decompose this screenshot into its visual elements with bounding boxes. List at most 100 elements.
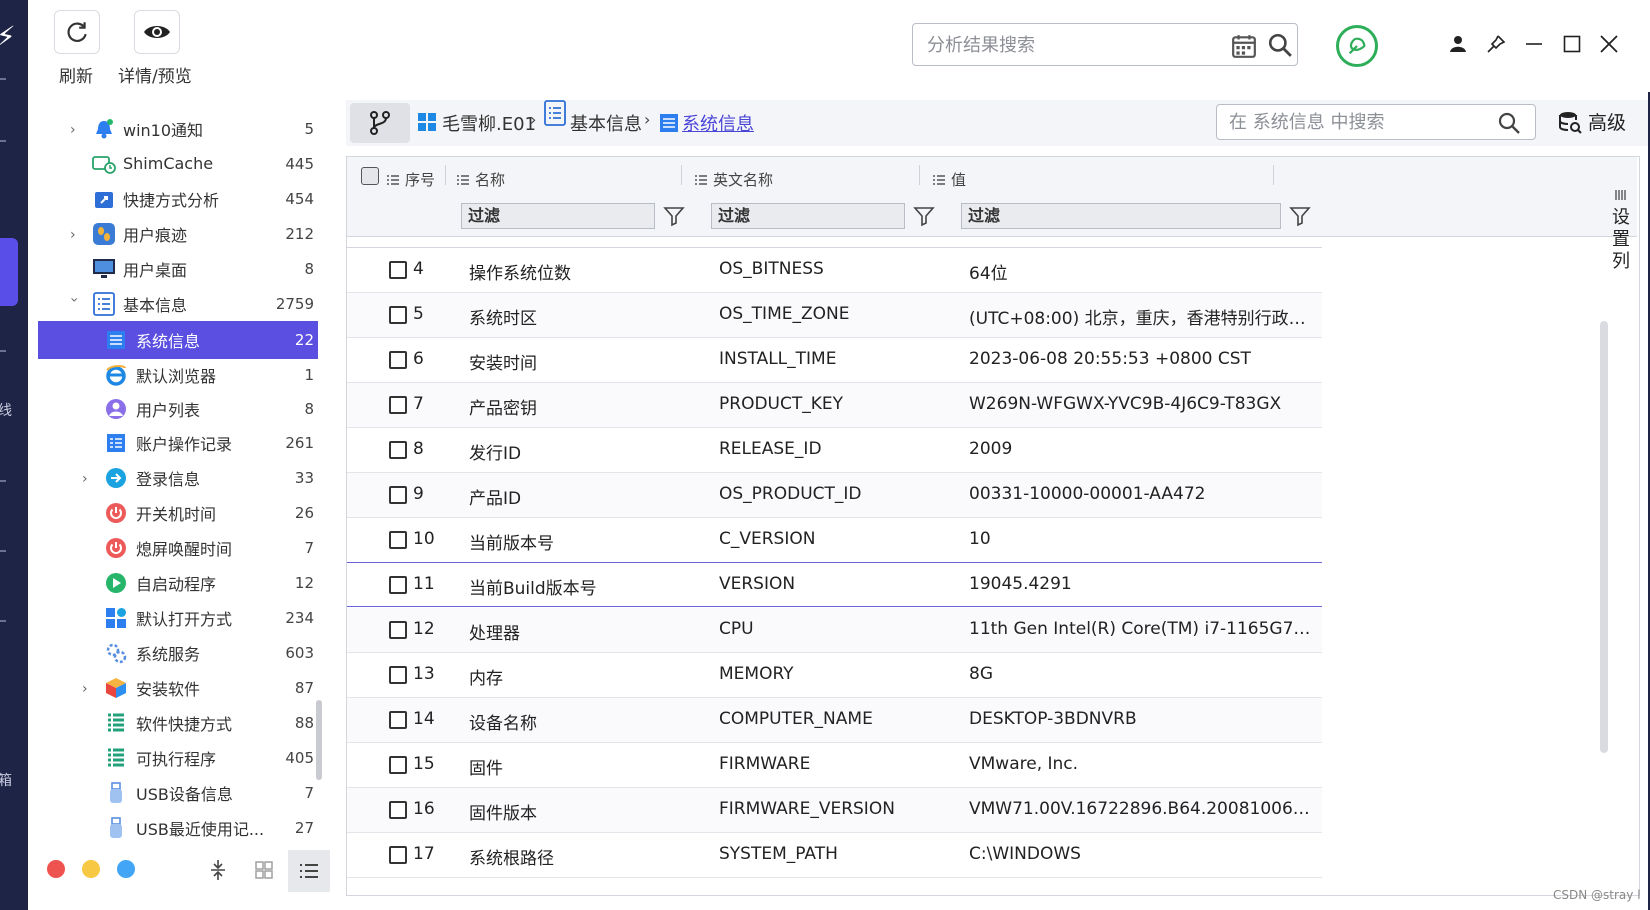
filter-icon[interactable] <box>913 205 935 227</box>
tree-item-default-browser[interactable]: 默认浏览器 1 <box>38 357 318 392</box>
tree-item-executables[interactable]: 可执行程序 405 <box>38 740 318 775</box>
column-settings-button[interactable]: 设置列 <box>1609 185 1633 273</box>
column-resizer[interactable] <box>919 165 920 185</box>
tree-item-label: 登录信息 <box>136 469 201 489</box>
blue-dot-button[interactable] <box>117 860 135 878</box>
row-checkbox[interactable] <box>389 576 407 594</box>
advanced-search-button[interactable]: 高级 <box>1558 108 1626 135</box>
row-checkbox[interactable] <box>389 306 407 324</box>
maximize-button[interactable] <box>1558 30 1586 58</box>
row-checkbox[interactable] <box>389 621 407 639</box>
tree-item-user-desktop[interactable]: 用户桌面 8 <box>38 251 318 286</box>
row-checkbox[interactable] <box>389 756 407 774</box>
breadcrumb-evidence[interactable]: 毛雪柳.E01 <box>442 110 536 136</box>
row-checkbox[interactable] <box>389 351 407 369</box>
tree-item-basic-info[interactable]: › 基本信息 2759 <box>38 286 318 321</box>
branch-button[interactable] <box>350 103 410 143</box>
row-checkbox[interactable] <box>389 396 407 414</box>
tree-item-installed-software[interactable]: › 安装软件 87 <box>38 670 318 705</box>
details-preview-button[interactable] <box>134 10 180 54</box>
row-checkbox[interactable] <box>389 531 407 549</box>
tree-item-shortcut-analysis[interactable]: 快捷方式分析 454 <box>38 181 318 216</box>
table-row[interactable]: 8 发行ID RELEASE_ID 2009 <box>347 428 1322 473</box>
filter-icon[interactable] <box>663 205 685 227</box>
column-resizer[interactable] <box>445 165 446 185</box>
row-checkbox[interactable] <box>389 666 407 684</box>
rail-active-item[interactable] <box>0 238 18 306</box>
select-all-checkbox[interactable] <box>361 167 379 185</box>
user-button[interactable] <box>1444 30 1472 58</box>
sidebar-scrollbar[interactable] <box>316 700 322 780</box>
chevron-right-icon[interactable]: › <box>70 227 84 243</box>
row-checkbox[interactable] <box>389 846 407 864</box>
minimize-button[interactable] <box>1520 30 1548 58</box>
tree-item-login-info[interactable]: › 登录信息 33 <box>38 460 318 495</box>
tree-item-usb-devices[interactable]: USB设备信息 7 <box>38 775 318 810</box>
table-row[interactable]: 5 系统时区 OS_TIME_ZONE (UTC+08:00) 北京，重庆，香港… <box>347 293 1322 338</box>
pin-button[interactable] <box>1482 30 1510 58</box>
breadcrumb-system-info[interactable]: 系统信息 <box>682 110 754 136</box>
row-checkbox[interactable] <box>389 261 407 279</box>
tree-item-system-info[interactable]: 系统信息 22 <box>38 321 318 359</box>
column-resizer[interactable] <box>681 165 682 185</box>
table-row[interactable]: 12 处理器 CPU 11th Gen Intel(R) Core(TM) i7… <box>347 608 1322 653</box>
table-row[interactable]: 15 固件 FIRMWARE VMware, Inc. <box>347 743 1322 788</box>
row-checkbox[interactable] <box>389 486 407 504</box>
tree-item-account-records[interactable]: 账户操作记录 261 <box>38 425 318 460</box>
table-row[interactable]: 6 安装时间 INSTALL_TIME 2023-06-08 20:55:53 … <box>347 338 1322 383</box>
search-icon[interactable] <box>1497 111 1521 135</box>
result-search-box[interactable] <box>912 23 1298 66</box>
table-scrollbar[interactable] <box>1600 321 1608 753</box>
filter-value-input[interactable]: 过滤 <box>961 203 1281 229</box>
tree-item-user-list[interactable]: 用户列表 8 <box>38 391 318 426</box>
yellow-dot-button[interactable] <box>82 860 100 878</box>
tree-item-power-time[interactable]: 开关机时间 26 <box>38 495 318 530</box>
table-row[interactable]: 7 产品密钥 PRODUCT_KEY W269N-WFGWX-YVC9B-4J6… <box>347 383 1322 428</box>
tree-item-usb-recent[interactable]: USB最近使用记... 27 <box>38 810 318 845</box>
table-row[interactable]: 9 产品ID OS_PRODUCT_ID 00331-10000-00001-A… <box>347 473 1322 518</box>
tree-item-win10-notify[interactable]: › win10通知 5 <box>38 111 318 146</box>
chevron-right-icon[interactable]: › <box>82 681 96 697</box>
table-row-selected[interactable]: 11 当前Build版本号 VERSION 19045.4291 <box>347 562 1322 607</box>
tree-item-software-shortcuts[interactable]: 软件快捷方式 88 <box>38 705 318 740</box>
chevron-down-icon[interactable]: › <box>66 297 82 311</box>
row-checkbox[interactable] <box>389 441 407 459</box>
table-row[interactable]: 13 内存 MEMORY 8G <box>347 653 1322 698</box>
chevron-right-icon[interactable]: › <box>82 471 96 487</box>
calendar-icon[interactable] <box>1231 33 1257 59</box>
table-search-input[interactable] <box>1229 110 1479 134</box>
column-header-name[interactable]: 名称 <box>457 169 505 190</box>
row-checkbox[interactable] <box>389 801 407 819</box>
table-row[interactable]: 10 当前版本号 C_VERSION 10 <box>347 518 1322 563</box>
tree-item-sleep-wake-time[interactable]: 熄屏唤醒时间 7 <box>38 530 318 565</box>
tree-item-shimcache[interactable]: ShimCache 445 <box>38 146 318 181</box>
table-row[interactable]: 17 系统根路径 SYSTEM_PATH C:\WINDOWS <box>347 833 1322 878</box>
red-dot-button[interactable] <box>47 860 65 878</box>
search-icon[interactable] <box>1267 32 1293 58</box>
chevron-right-icon[interactable]: › <box>70 122 84 138</box>
table-row[interactable]: 14 设备名称 COMPUTER_NAME DESKTOP-3BDNVRB <box>347 698 1322 743</box>
filter-name-input[interactable]: 过滤 <box>461 203 655 229</box>
result-search-input[interactable] <box>927 32 1207 58</box>
filter-en-name-input[interactable]: 过滤 <box>711 203 905 229</box>
column-header-index[interactable]: 序号 <box>387 169 435 190</box>
grid-view-button[interactable] <box>248 854 280 886</box>
tree-item-user-traces[interactable]: › 用户痕迹 212 <box>38 216 318 251</box>
column-resizer[interactable] <box>1273 165 1274 185</box>
breadcrumb-basic-info[interactable]: 基本信息 <box>570 110 642 136</box>
table-row[interactable]: 16 固件版本 FIRMWARE_VERSION VMW71.00V.16722… <box>347 788 1322 833</box>
filter-icon[interactable] <box>1289 205 1311 227</box>
column-header-value[interactable]: 值 <box>933 169 966 190</box>
row-checkbox[interactable] <box>389 711 407 729</box>
collapse-button[interactable] <box>202 854 234 886</box>
tree-item-startup-programs[interactable]: 自启动程序 12 <box>38 565 318 600</box>
tree-item-default-open-with[interactable]: 默认打开方式 234 <box>38 600 318 635</box>
column-header-en-name[interactable]: 英文名称 <box>695 169 773 190</box>
tree-item-system-services[interactable]: 系统服务 603 <box>38 635 318 670</box>
list-view-button[interactable] <box>288 850 330 892</box>
close-button[interactable] <box>1595 30 1623 58</box>
table-search-box[interactable] <box>1216 104 1536 140</box>
refresh-button[interactable] <box>54 10 100 54</box>
status-shield-button[interactable] <box>1336 25 1378 67</box>
table-row[interactable]: 4 操作系统位数 OS_BITNESS 64位 <box>347 248 1322 293</box>
